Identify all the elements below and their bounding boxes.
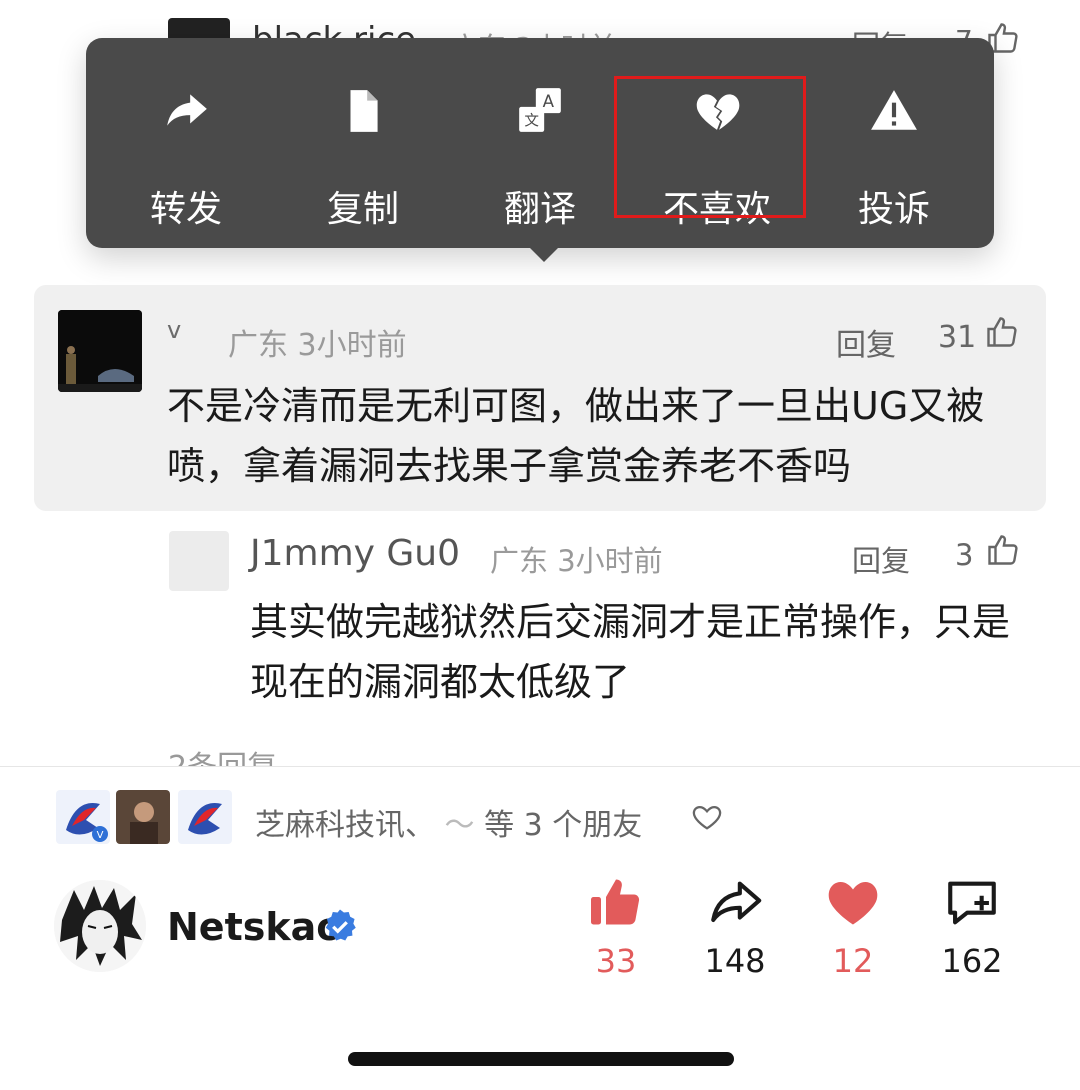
avatar: V xyxy=(56,790,110,844)
comment-button[interactable]: 162 xyxy=(917,868,1027,980)
thumbs-up-filled-icon xyxy=(561,868,671,932)
comment-add-icon xyxy=(917,868,1027,932)
home-indicator[interactable] xyxy=(348,1052,734,1066)
svg-text:V: V xyxy=(97,830,104,841)
like-button[interactable]: 33 xyxy=(561,868,671,980)
author-name[interactable]: Netskao xyxy=(167,905,342,949)
favorite-button[interactable]: 12 xyxy=(798,868,908,980)
liked-by-friends-text[interactable]: 芝麻科技讯、 ～ 等 3 个朋友 xyxy=(255,800,642,844)
author-avatar[interactable] xyxy=(54,880,146,972)
verified-badge-icon xyxy=(322,908,358,948)
thumbs-up-icon[interactable] xyxy=(984,314,1020,354)
menu-label: 投诉 xyxy=(857,189,930,230)
like-count: 3 xyxy=(955,538,974,572)
like-count: 33 xyxy=(595,942,637,980)
avatar[interactable] xyxy=(169,531,229,591)
share-button[interactable]: 148 xyxy=(680,868,790,980)
like-count: 31 xyxy=(938,320,977,355)
translate-icon: A 文 xyxy=(515,86,565,136)
comment-text: 不是冷清而是无利可图，做出来了一旦出UG又被喷，拿着漏洞去找果子拿赏金养老不香吗 xyxy=(167,384,985,488)
comment-count: 162 xyxy=(941,942,1003,980)
menu-item-report[interactable]: 投诉 xyxy=(804,38,984,248)
thumbs-up-icon[interactable] xyxy=(985,532,1021,572)
heart-filled-icon xyxy=(798,868,908,932)
comment-meta: 广东 3小时前 xyxy=(228,328,407,363)
commenter-name[interactable]: J1mmy Gu0 xyxy=(250,533,460,574)
avatar xyxy=(116,790,170,844)
menu-pointer xyxy=(528,246,560,262)
reply-button[interactable]: 回复 xyxy=(852,538,910,580)
avatar[interactable] xyxy=(58,310,142,392)
heart-outline-icon xyxy=(690,800,724,838)
warning-icon xyxy=(869,86,919,136)
menu-label: 复制 xyxy=(326,189,399,230)
reply-button[interactable]: 回复 xyxy=(836,320,896,364)
menu-label: 转发 xyxy=(149,189,222,230)
share-arrow-icon xyxy=(161,86,211,136)
menu-label: 翻译 xyxy=(503,189,576,230)
document-icon xyxy=(338,86,388,136)
share-count: 148 xyxy=(704,942,766,980)
comment-context-menu: 转发 复制 A 文 翻译 不喜欢 投诉 xyxy=(86,38,994,248)
commenter-name[interactable]: v xyxy=(167,316,181,344)
comment-text: 其实做完越狱然后交漏洞才是正常操作，只是现在的漏洞都太低级了 xyxy=(250,600,1011,704)
menu-item-translate[interactable]: A 文 翻译 xyxy=(450,38,630,248)
menu-item-forward[interactable]: 转发 xyxy=(96,38,276,248)
more-replies-link[interactable]: 2条回复 xyxy=(168,742,277,766)
menu-item-copy[interactable]: 复制 xyxy=(273,38,453,248)
avatar xyxy=(178,790,232,844)
share-icon xyxy=(680,868,790,932)
svg-text:文: 文 xyxy=(524,113,539,130)
highlight-annotation xyxy=(614,76,806,218)
comment-meta: 广东 3小时前 xyxy=(490,544,663,578)
svg-text:A: A xyxy=(543,92,555,111)
favorite-count: 12 xyxy=(832,942,874,980)
